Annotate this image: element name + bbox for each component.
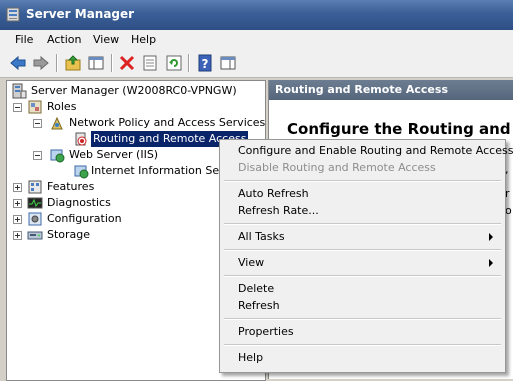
toolbar-separator xyxy=(56,54,57,72)
menu-help[interactable]: Help xyxy=(131,33,156,46)
show-hide-tree-icon[interactable] xyxy=(87,54,105,72)
configure-heading: Configure the Routing and Re xyxy=(287,120,513,138)
toolbar-separator xyxy=(188,54,189,72)
configuration-icon xyxy=(28,212,42,226)
forward-icon[interactable] xyxy=(32,54,50,72)
server-icon xyxy=(12,83,27,99)
tree-item-roles[interactable]: Roles xyxy=(11,99,261,115)
tree-label-storage: Storage xyxy=(47,228,91,241)
collapse-icon[interactable] xyxy=(33,151,42,160)
submenu-arrow-icon xyxy=(489,259,493,267)
refresh-icon[interactable] xyxy=(165,54,183,72)
expand-icon[interactable] xyxy=(13,215,22,224)
menu-separator xyxy=(224,223,501,224)
tree-label-web-server: Web Server (IIS) xyxy=(69,148,159,161)
menu-separator xyxy=(224,275,501,276)
delete-icon[interactable] xyxy=(118,54,136,72)
context-menu: Configure and Enable Routing and Remote … xyxy=(219,139,513,373)
tree-label-features: Features xyxy=(47,180,95,193)
menu-item-all-tasks[interactable]: All Tasks xyxy=(238,230,285,243)
menu-item-disable: Disable Routing and Remote Access xyxy=(238,161,436,174)
server-manager-icon xyxy=(6,7,20,22)
tree-label-diagnostics: Diagnostics xyxy=(47,196,111,209)
text-fragment: o xyxy=(505,204,512,217)
tree-item-npas[interactable]: Network Policy and Access Services xyxy=(11,115,265,131)
menu-bar: File Action View Help xyxy=(0,30,513,51)
menu-separator xyxy=(224,344,501,345)
menu-separator xyxy=(224,180,501,181)
tree-label-configuration: Configuration xyxy=(47,212,122,225)
menu-view[interactable]: View xyxy=(93,33,119,46)
properties-icon[interactable] xyxy=(141,54,159,72)
collapse-icon[interactable] xyxy=(33,119,42,128)
iis-icon xyxy=(74,165,89,179)
tree-label-iis: Internet Information Servic xyxy=(91,164,240,177)
menu-file[interactable]: File xyxy=(15,33,33,46)
menu-item-refresh[interactable]: Refresh xyxy=(238,299,280,312)
menu-action[interactable]: Action xyxy=(47,33,81,46)
network-policy-icon xyxy=(51,116,63,130)
menu-separator xyxy=(224,318,501,319)
menu-item-help[interactable]: Help xyxy=(238,351,263,364)
help-icon[interactable]: ? xyxy=(196,54,214,72)
menu-item-delete[interactable]: Delete xyxy=(238,282,274,295)
tree-label-root: Server Manager (W2008RC0-VPNGW) xyxy=(31,84,237,97)
title-bar[interactable]: Server Manager xyxy=(0,0,513,31)
pane-header: Routing and Remote Access xyxy=(269,80,513,100)
tree-label-roles: Roles xyxy=(47,100,77,113)
tree-item-server-manager[interactable]: Server Manager (W2008RC0-VPNGW) xyxy=(11,83,261,99)
features-icon xyxy=(28,180,42,194)
routing-remote-access-icon xyxy=(75,132,87,146)
menu-item-auto-refresh[interactable]: Auto Refresh xyxy=(238,187,309,200)
show-hide-action-pane-icon[interactable] xyxy=(219,54,237,72)
toolbar: ? xyxy=(0,50,513,78)
up-folder-icon[interactable] xyxy=(64,54,82,72)
toolbar-separator xyxy=(111,54,112,72)
menu-item-view[interactable]: View xyxy=(238,256,264,269)
storage-icon xyxy=(27,231,43,240)
menu-item-refresh-rate[interactable]: Refresh Rate... xyxy=(238,204,319,217)
back-icon[interactable] xyxy=(9,54,27,72)
menu-item-configure-enable[interactable]: Configure and Enable Routing and Remote … xyxy=(238,144,513,157)
menu-separator xyxy=(224,249,501,250)
roles-icon xyxy=(28,100,42,114)
diagnostics-icon xyxy=(27,197,43,209)
menu-item-properties[interactable]: Properties xyxy=(238,325,294,338)
tree-label-npas: Network Policy and Access Services xyxy=(69,116,266,129)
window-title: Server Manager xyxy=(26,7,135,21)
web-server-icon xyxy=(50,149,65,163)
svg-text:?: ? xyxy=(202,57,209,71)
expand-icon[interactable] xyxy=(13,183,22,192)
submenu-arrow-icon xyxy=(489,233,493,241)
collapse-icon[interactable] xyxy=(13,103,22,112)
expand-icon[interactable] xyxy=(13,199,22,208)
expand-icon[interactable] xyxy=(13,231,22,240)
